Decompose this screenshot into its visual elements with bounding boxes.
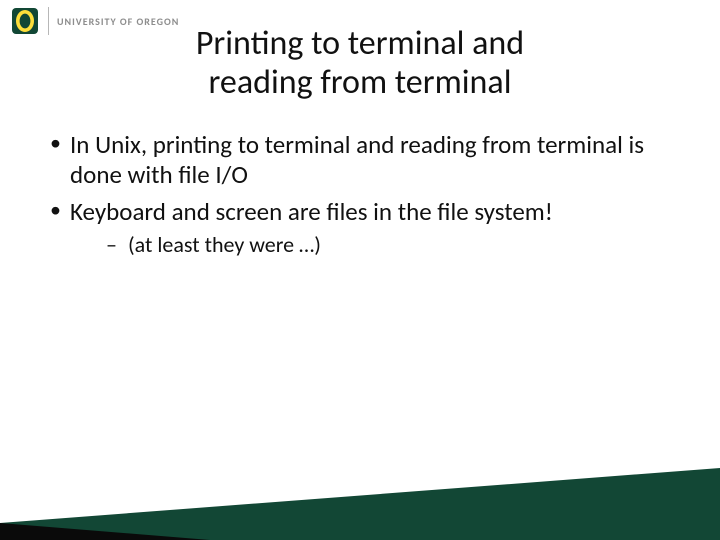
title-line-1: Printing to terminal and <box>196 23 524 64</box>
bullet-text: Keyboard and screen are files in the fil… <box>70 196 553 227</box>
sub-bullet-item: (at least they were …) <box>102 231 666 259</box>
bullet-text: In Unix, printing to terminal and readin… <box>70 129 644 190</box>
slide-footer-graphic <box>0 468 720 540</box>
bullet-item: In Unix, printing to terminal and readin… <box>46 130 666 189</box>
sub-bullet-list: (at least they were …) <box>70 231 666 259</box>
slide: UNIVERSITY OF OREGON Printing to termina… <box>0 0 720 540</box>
title-line-2: reading from terminal <box>209 62 512 103</box>
sub-bullet-text: (at least they were …) <box>128 231 321 258</box>
slide-title: Printing to terminal and reading from te… <box>0 24 720 102</box>
bullet-list: In Unix, printing to terminal and readin… <box>46 130 666 258</box>
slide-body: In Unix, printing to terminal and readin… <box>46 130 666 266</box>
bullet-item: Keyboard and screen are files in the fil… <box>46 197 666 258</box>
